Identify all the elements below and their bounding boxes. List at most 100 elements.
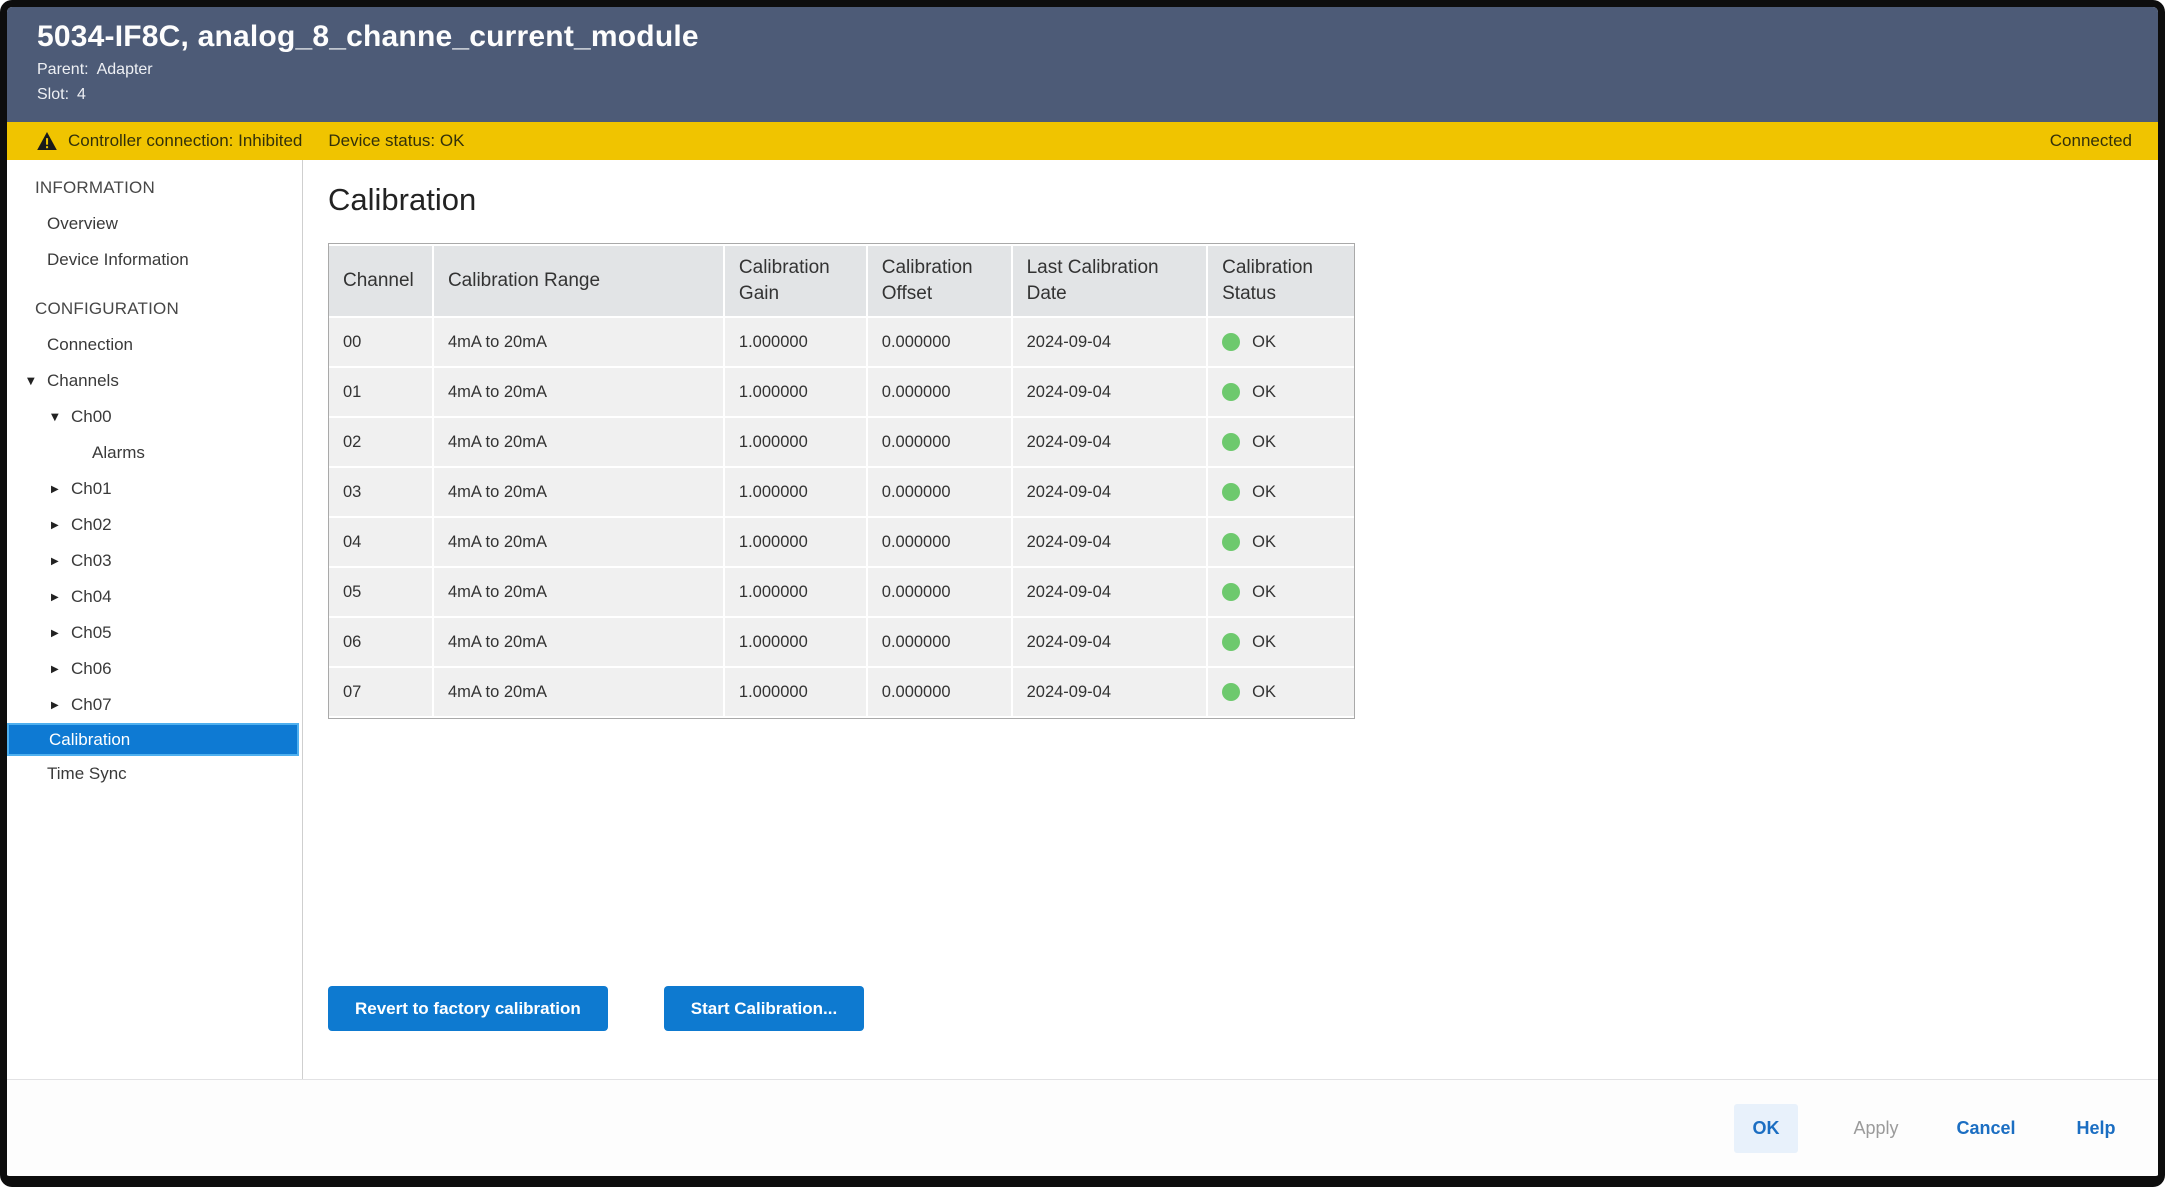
status-cell: OK <box>1208 618 1354 666</box>
sidebar-item-time-sync[interactable]: Time Sync <box>7 756 302 792</box>
help-button[interactable]: Help <box>2064 1104 2128 1153</box>
sidebar-item-channels[interactable]: ▼Channels <box>7 363 302 399</box>
status-cell: OK <box>1208 518 1354 566</box>
status-text: OK <box>1252 483 1276 502</box>
sidebar-item-label: Ch07 <box>71 695 112 715</box>
sidebar-item-label: Device Information <box>47 250 189 270</box>
date-cell: 2024-09-04 <box>1013 468 1209 516</box>
sidebar-item-ch04[interactable]: ▶Ch04 <box>7 579 302 615</box>
offset-cell: 0.000000 <box>868 368 1013 416</box>
sidebar-item-label: Time Sync <box>47 764 127 784</box>
sidebar-item-connection[interactable]: Connection <box>7 327 302 363</box>
revert-to-factory-calibration-button[interactable]: Revert to factory calibration <box>328 986 608 1031</box>
device-status: Device status: OK <box>328 131 464 151</box>
status-text: OK <box>1252 333 1276 352</box>
range-cell: 4mA to 20mA <box>434 668 725 716</box>
offset-cell: 0.000000 <box>868 568 1013 616</box>
status-ok-dot-icon <box>1222 433 1240 451</box>
channel-cell: 01 <box>329 368 434 416</box>
table-row: 054mA to 20mA1.0000000.0000002024-09-04O… <box>329 568 1354 616</box>
status-ok-dot-icon <box>1222 533 1240 551</box>
caret-right-icon[interactable]: ▶ <box>51 592 71 603</box>
module-title: 5034-IF8C, analog_8_channe_current_modul… <box>37 20 2128 54</box>
table-header-row: ChannelCalibration RangeCalibration Gain… <box>329 246 1354 316</box>
sidebar-item-label: Ch02 <box>71 515 112 535</box>
channel-cell: 06 <box>329 618 434 666</box>
offset-cell: 0.000000 <box>868 618 1013 666</box>
sidebar-item-label: Overview <box>47 214 118 234</box>
sidebar-item-calibration[interactable]: Calibration <box>7 723 299 756</box>
date-cell: 2024-09-04 <box>1013 618 1209 666</box>
caret-right-icon[interactable]: ▶ <box>51 628 71 639</box>
cancel-button[interactable]: Cancel <box>1954 1104 2018 1153</box>
caret-right-icon[interactable]: ▶ <box>51 700 71 711</box>
sidebar-item-alarms[interactable]: Alarms <box>7 435 302 471</box>
range-cell: 4mA to 20mA <box>434 418 725 466</box>
sidebar-item-label: Ch01 <box>71 479 112 499</box>
caret-down-icon[interactable]: ▼ <box>51 412 71 423</box>
start-calibration-button[interactable]: Start Calibration... <box>664 986 864 1031</box>
ok-button[interactable]: OK <box>1734 1104 1798 1153</box>
range-cell: 4mA to 20mA <box>434 318 725 366</box>
sidebar-section-information: INFORMATION <box>7 170 302 206</box>
date-cell: 2024-09-04 <box>1013 318 1209 366</box>
channel-cell: 02 <box>329 418 434 466</box>
sidebar-item-ch03[interactable]: ▶Ch03 <box>7 543 302 579</box>
connection-status-badge: Connected <box>2050 131 2132 151</box>
content-area: INFORMATION Overview Device Information CON… <box>7 160 2158 1079</box>
status-cell: OK <box>1208 418 1354 466</box>
status-cell: OK <box>1208 568 1354 616</box>
status-ok-dot-icon <box>1222 333 1240 351</box>
status-ok-dot-icon <box>1222 633 1240 651</box>
sidebar-item-ch02[interactable]: ▶Ch02 <box>7 507 302 543</box>
sidebar-item-label: CONFIGURATION <box>35 299 179 319</box>
sidebar-item-device-information[interactable]: Device Information <box>7 242 302 278</box>
sidebar-item-ch07[interactable]: ▶Ch07 <box>7 687 302 723</box>
date-cell: 2024-09-04 <box>1013 668 1209 716</box>
sidebar-item-ch06[interactable]: ▶Ch06 <box>7 651 302 687</box>
table-row: 014mA to 20mA1.0000000.0000002024-09-04O… <box>329 368 1354 416</box>
date-cell: 2024-09-04 <box>1013 368 1209 416</box>
channel-cell: 04 <box>329 518 434 566</box>
status-cell: OK <box>1208 668 1354 716</box>
sidebar-item-ch01[interactable]: ▶Ch01 <box>7 471 302 507</box>
sidebar-item-overview[interactable]: Overview <box>7 206 302 242</box>
status-text: OK <box>1252 583 1276 602</box>
module-properties-window: 5034-IF8C, analog_8_channe_current_modul… <box>0 0 2165 1187</box>
status-ok-dot-icon <box>1222 683 1240 701</box>
caret-right-icon[interactable]: ▶ <box>51 484 71 495</box>
table-row: 034mA to 20mA1.0000000.0000002024-09-04O… <box>329 468 1354 516</box>
column-header-calibration-gain: Calibration Gain <box>725 246 868 316</box>
offset-cell: 0.000000 <box>868 668 1013 716</box>
range-cell: 4mA to 20mA <box>434 618 725 666</box>
caret-right-icon[interactable]: ▶ <box>51 520 71 531</box>
status-ok-dot-icon <box>1222 483 1240 501</box>
caret-down-icon[interactable]: ▼ <box>27 376 47 387</box>
offset-cell: 0.000000 <box>868 418 1013 466</box>
apply-button[interactable]: Apply <box>1844 1104 1908 1153</box>
channel-cell: 07 <box>329 668 434 716</box>
table-row: 044mA to 20mA1.0000000.0000002024-09-04O… <box>329 518 1354 566</box>
status-text: OK <box>1252 683 1276 702</box>
sidebar-item-ch05[interactable]: ▶Ch05 <box>7 615 302 651</box>
table-row: 024mA to 20mA1.0000000.0000002024-09-04O… <box>329 418 1354 466</box>
range-cell: 4mA to 20mA <box>434 468 725 516</box>
titlebar: 5034-IF8C, analog_8_channe_current_modul… <box>7 7 2158 122</box>
caret-right-icon[interactable]: ▶ <box>51 556 71 567</box>
status-ok-dot-icon <box>1222 383 1240 401</box>
range-cell: 4mA to 20mA <box>434 568 725 616</box>
calibration-actions: Revert to factory calibration Start Cali… <box>328 986 2158 1031</box>
status-text: OK <box>1252 383 1276 402</box>
sidebar-item-label: Calibration <box>49 730 130 750</box>
caret-right-icon[interactable]: ▶ <box>51 664 71 675</box>
sidebar-item-ch00[interactable]: ▼Ch00 <box>7 399 302 435</box>
parent-line: Parent:Adapter <box>37 61 2128 79</box>
sidebar-item-label: Channels <box>47 371 119 391</box>
status-cell: OK <box>1208 468 1354 516</box>
table-row: 004mA to 20mA1.0000000.0000002024-09-04O… <box>329 318 1354 366</box>
calibration-table: ChannelCalibration RangeCalibration Gain… <box>328 243 1355 719</box>
slot-line: Slot:4 <box>37 86 2128 104</box>
sidebar-item-label: Ch05 <box>71 623 112 643</box>
sidebar-nav: INFORMATION Overview Device Information CON… <box>7 160 303 1079</box>
offset-cell: 0.000000 <box>868 518 1013 566</box>
